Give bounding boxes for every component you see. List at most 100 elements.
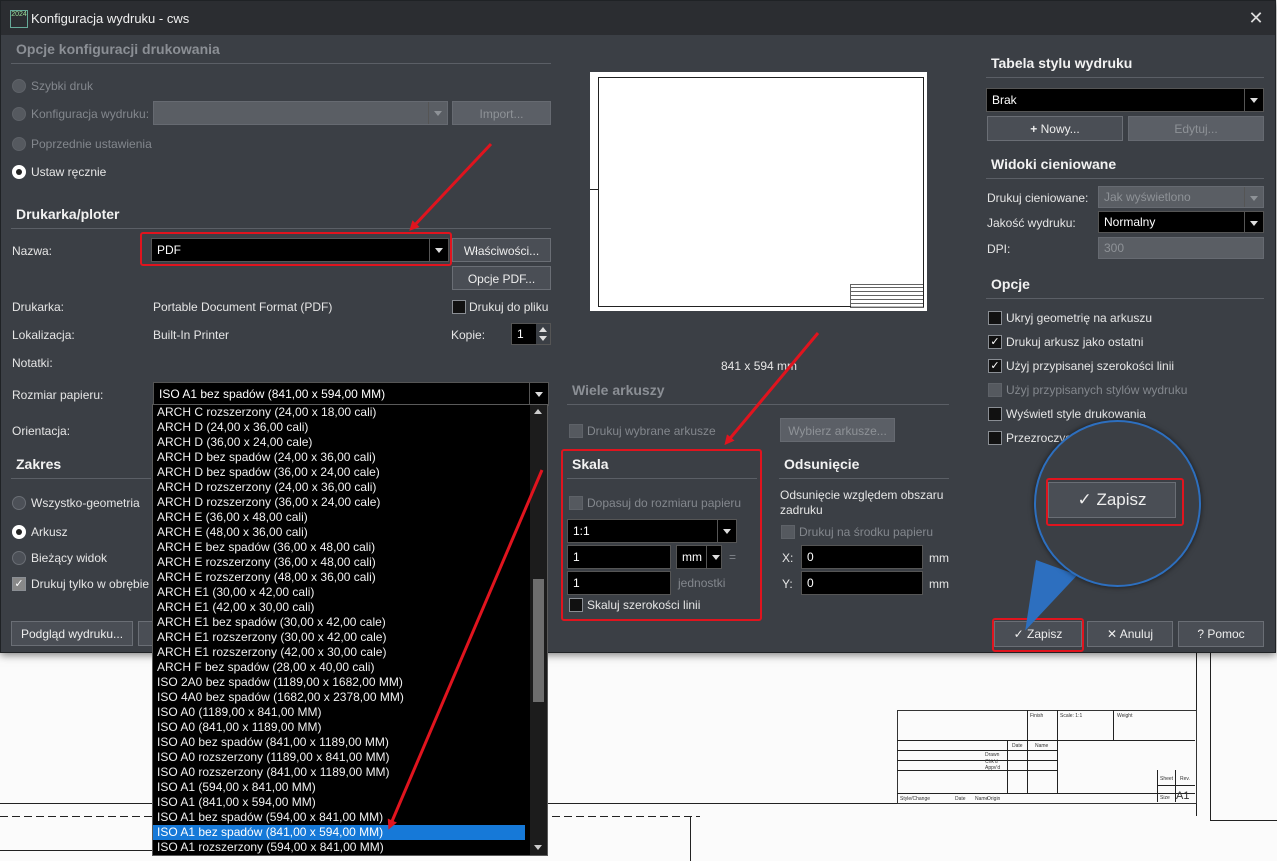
print-selected-checkbox[interactable] — [569, 424, 583, 438]
cancel-button[interactable]: ✕ Anuluj — [1087, 621, 1173, 647]
current-view-radio[interactable] — [12, 551, 26, 565]
printer-name-label: Nazwa: — [12, 244, 53, 258]
paper-option[interactable]: ARCH E1 rozszerzony (30,00 x 42,00 cale) — [153, 630, 525, 645]
multi-sheet-heading: Wiele arkuszy — [572, 382, 665, 398]
tb-size-value: A1 — [1176, 790, 1190, 802]
shade-label: Drukuj cieniowane: — [987, 191, 1089, 205]
cancel-label: Anuluj — [1119, 627, 1154, 641]
paper-option[interactable]: ARCH D rozszerzony (36,00 x 24,00 cale) — [153, 495, 525, 510]
paper-option[interactable]: ISO A0 (1189,00 x 841,00 MM) — [153, 705, 525, 720]
print-within-checkbox[interactable]: ✓ — [12, 577, 26, 591]
paper-option[interactable]: ISO A0 (841,00 x 1189,00 MM) — [153, 720, 525, 735]
scroll-down-icon[interactable] — [534, 845, 542, 850]
import-button[interactable]: Import... — [452, 101, 551, 125]
manual-radio[interactable] — [12, 165, 26, 179]
quick-print-radio[interactable] — [12, 79, 26, 93]
printer-highlight — [140, 232, 452, 266]
properties-button[interactable]: Właściwości... — [452, 238, 551, 262]
print-config-select[interactable] — [153, 101, 448, 125]
paper-option[interactable]: ARCH E1 (30,00 x 42,00 cali) — [153, 585, 525, 600]
help-button[interactable]: ? Pomoc — [1178, 621, 1264, 647]
new-style-button[interactable]: + Nowy... — [987, 116, 1123, 141]
paper-option[interactable]: ISO A0 rozszerzony (1189,00 x 841,00 MM) — [153, 750, 525, 765]
print-to-file-label: Drukuj do pliku — [469, 300, 549, 314]
help-label: Pomoc — [1207, 627, 1245, 641]
style-table-select[interactable]: Brak — [986, 88, 1264, 112]
paper-option[interactable]: ISO A1 bez spadów (841,00 x 594,00 MM) — [153, 825, 525, 840]
paper-option[interactable]: ARCH E (48,00 x 36,00 cali) — [153, 525, 525, 540]
paper-option[interactable]: ARCH E1 (42,00 x 30,00 cali) — [153, 600, 525, 615]
paper-option[interactable]: ISO A0 bez spadów (841,00 x 1189,00 MM) — [153, 735, 525, 750]
dropdown-scrollbar[interactable] — [530, 405, 547, 855]
range-heading: Zakres — [16, 456, 62, 472]
shaded-heading: Widoki cieniowane — [991, 156, 1117, 172]
offset-x-value: 0 — [807, 550, 814, 564]
paper-option[interactable]: ARCH D bez spadów (24,00 x 36,00 cali) — [153, 450, 525, 465]
dpi-input[interactable]: 300 — [1098, 237, 1264, 259]
option-checkbox[interactable]: ✓ — [988, 359, 1002, 373]
paper-option[interactable]: ARCH E rozszerzony (48,00 x 36,00 cali) — [153, 570, 525, 585]
quality-label: Jakość wydruku: — [987, 216, 1076, 230]
copies-stepper[interactable]: 1 — [511, 323, 551, 345]
paper-preview — [590, 72, 927, 311]
all-geometry-radio[interactable] — [12, 496, 26, 510]
style-table-value: Brak — [992, 93, 1017, 107]
paper-option[interactable]: ARCH E (36,00 x 48,00 cali) — [153, 510, 525, 525]
paper-option[interactable]: ISO A1 rozszerzony (594,00 x 841,00 MM) — [153, 840, 525, 855]
option-checkbox[interactable] — [988, 311, 1002, 325]
offset-y-unit: mm — [929, 577, 949, 591]
shade-select[interactable]: Jak wyświetlono — [1098, 186, 1264, 208]
tb-origin: Origin — [987, 796, 1001, 802]
scroll-thumb[interactable] — [533, 579, 544, 702]
preview-button[interactable]: Podgląd wydruku... — [11, 621, 133, 646]
options-heading: Opcje — [991, 276, 1030, 292]
offset-x-unit: mm — [929, 551, 949, 565]
tb-finish: Finish — [1030, 713, 1044, 719]
paper-option[interactable]: ARCH D (24,00 x 36,00 cali) — [153, 420, 525, 435]
paper-option[interactable]: ARCH E1 bez spadów (30,00 x 42,00 cale) — [153, 615, 525, 630]
offset-x-input[interactable]: 0 — [801, 545, 923, 569]
paper-option[interactable]: ARCH E rozszerzony (36,00 x 48,00 cali) — [153, 555, 525, 570]
pdf-options-button[interactable]: Opcje PDF... — [452, 266, 551, 290]
paper-size-dropdown[interactable]: ARCH C rozszerzony (24,00 x 18,00 cali) A… — [152, 404, 548, 856]
paper-size-select[interactable]: ISO A1 bez spadów (841,00 x 594,00 MM) — [153, 382, 549, 406]
paper-option[interactable]: ARCH F bez spadów (28,00 x 40,00 cali) — [153, 660, 525, 675]
title-bar: 2024 Konfiguracja wydruku - cws ✕ — [1, 1, 1275, 35]
notes-label: Notatki: — [12, 356, 53, 370]
previous-settings-radio[interactable] — [12, 137, 26, 151]
paper-option[interactable]: ARCH D (36,00 x 24,00 cale) — [153, 435, 525, 450]
scroll-up-icon[interactable] — [534, 409, 542, 414]
copies-value: 1 — [517, 327, 524, 341]
paper-option[interactable]: ARCH E1 rozszerzony (42,00 x 30,00 cale) — [153, 645, 525, 660]
printer-value: Portable Document Format (PDF) — [153, 300, 333, 314]
option-label: Wyświetl style drukowania — [1006, 407, 1146, 421]
select-sheets-button[interactable]: Wybierz arkusze... — [780, 418, 895, 442]
paper-option[interactable]: ARCH D bez spadów (36,00 x 24,00 cale) — [153, 465, 525, 480]
edit-style-button[interactable]: Edytuj... — [1128, 116, 1264, 141]
paper-option[interactable]: ISO A1 bez spadów (594,00 x 841,00 MM) — [153, 810, 525, 825]
paper-option[interactable]: ISO A1 (594,00 x 841,00 MM) — [153, 780, 525, 795]
close-icon[interactable]: ✕ — [1245, 7, 1267, 29]
print-selected-label: Drukuj wybrane arkusze — [587, 424, 716, 438]
all-geometry-label: Wszystko-geometria — [31, 496, 140, 510]
print-config-radio[interactable] — [12, 107, 26, 121]
sheet-radio[interactable] — [12, 525, 26, 539]
option-checkbox[interactable] — [988, 431, 1002, 445]
option-label: Użyj przypisanej szerokości linii — [1006, 359, 1175, 373]
option-checkbox[interactable] — [988, 383, 1002, 397]
option-checkbox[interactable]: ✓ — [988, 335, 1002, 349]
paper-option[interactable]: ISO 4A0 bez spadów (1682,00 x 2378,00 MM… — [153, 690, 525, 705]
paper-option[interactable]: ISO A0 rozszerzony (841,00 x 1189,00 MM) — [153, 765, 525, 780]
paper-option[interactable]: ISO 2A0 bez spadów (1189,00 x 1682,00 MM… — [153, 675, 525, 690]
apply-button-partial[interactable] — [138, 621, 153, 646]
paper-option[interactable]: ARCH D rozszerzony (24,00 x 36,00 cali) — [153, 480, 525, 495]
paper-option[interactable]: ISO A1 (841,00 x 594,00 MM) — [153, 795, 525, 810]
paper-option[interactable]: ARCH E bez spadów (36,00 x 48,00 cali) — [153, 540, 525, 555]
tb-drawn: Drawn — [985, 752, 1000, 758]
quality-select[interactable]: Normalny — [1098, 211, 1264, 233]
offset-y-input[interactable]: 0 — [801, 571, 923, 595]
center-checkbox[interactable] — [781, 525, 795, 539]
print-to-file-checkbox[interactable] — [452, 300, 466, 314]
paper-option[interactable]: ARCH C rozszerzony (24,00 x 18,00 cali) — [153, 405, 525, 420]
option-checkbox[interactable] — [988, 407, 1002, 421]
